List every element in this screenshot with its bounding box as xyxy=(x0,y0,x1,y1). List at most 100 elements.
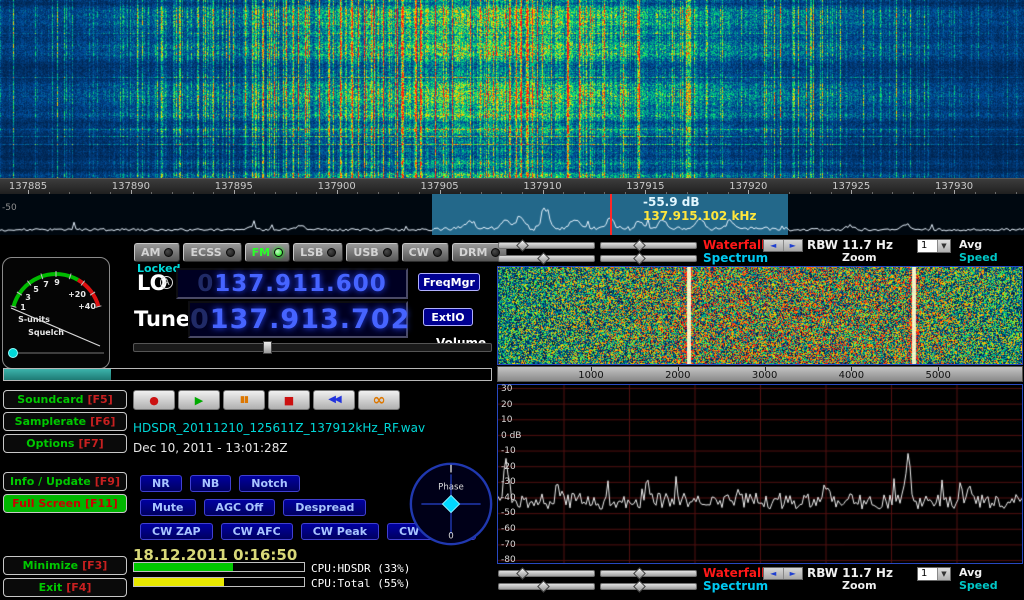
spectrum-brightness-slider[interactable] xyxy=(600,255,697,262)
mode-label: USB xyxy=(353,246,378,259)
waterfall-label: Waterfall xyxy=(703,566,765,580)
dsp-mute-button[interactable]: Mute xyxy=(140,499,196,516)
waterfall-brightness-slider[interactable] xyxy=(600,242,697,249)
squelch-thumb[interactable] xyxy=(9,349,18,358)
menu-options-button[interactable]: Options[F7] xyxy=(3,434,127,453)
play-button[interactable]: ▶ xyxy=(178,390,220,410)
menu-exit-button[interactable]: Exit[F4] xyxy=(3,578,127,597)
menu-full-screen-button[interactable]: Full Screen[F11] xyxy=(3,494,127,513)
tune-frequency-digits[interactable]: 0137.913.702 xyxy=(190,304,406,335)
zoom-spectrum-trace xyxy=(498,385,1022,563)
waterfall-shift-control[interactable]: ◄► xyxy=(763,567,803,580)
menu-soundcard-button[interactable]: Soundcard[F5] xyxy=(3,390,127,409)
frequency-ruler[interactable]: 1378851378901378951379001379051379101379… xyxy=(0,178,1024,194)
dsp-cw-peak-button[interactable]: CW Peak xyxy=(301,523,379,540)
lo-frequency-digits[interactable]: 0137.911.600 xyxy=(178,271,406,297)
mode-led-icon xyxy=(226,248,235,257)
spectrum-contrast-slider-thumb[interactable] xyxy=(537,580,550,593)
spectrum-brightness-slider[interactable] xyxy=(600,583,697,590)
menu-minimize-button[interactable]: Minimize[F3] xyxy=(3,556,127,575)
playback-progress-bar[interactable] xyxy=(3,368,492,381)
mode-lsb-button[interactable]: LSB xyxy=(293,243,343,262)
phase-label: Phase xyxy=(438,483,464,493)
avg-label: Avg xyxy=(959,566,982,579)
scale-label: 3000 xyxy=(752,370,777,381)
mode-cw-button[interactable]: CW xyxy=(402,243,449,262)
smeter-scale-label: 7 xyxy=(43,280,49,289)
pause-icon: ▮▮ xyxy=(240,396,248,405)
dsp-cw-zap-button[interactable]: CW ZAP xyxy=(140,523,213,540)
chevron-down-icon[interactable]: ▼ xyxy=(937,568,950,580)
mode-label: AM xyxy=(141,246,160,259)
lock-badge-icon[interactable]: A xyxy=(160,276,173,289)
ruler-label: 137885 xyxy=(9,181,47,192)
record-icon: ● xyxy=(149,395,159,406)
mode-am-button[interactable]: AM xyxy=(134,243,180,262)
loop-icon: ∞ xyxy=(372,392,385,408)
spectrum-label: Spectrum xyxy=(703,579,768,593)
dsp-nb-button[interactable]: NB xyxy=(190,475,232,492)
tune-slider[interactable] xyxy=(133,343,492,352)
stop-button[interactable]: ■ xyxy=(268,390,310,410)
db-axis-label: -10 xyxy=(501,446,516,456)
dsp-cw-afc-button[interactable]: CW AFC xyxy=(221,523,293,540)
mode-usb-button[interactable]: USB xyxy=(346,243,398,262)
menu-key: [F9] xyxy=(95,475,120,488)
speed-select[interactable]: 1▼ xyxy=(917,239,951,253)
phase-value: 0 xyxy=(448,531,453,541)
phase-dial: Phase 0 xyxy=(408,461,494,547)
lo-frequency-display[interactable]: 0137.911.600 xyxy=(176,268,408,299)
spectrum-contrast-slider-thumb[interactable] xyxy=(537,252,550,265)
mode-ecss-button[interactable]: ECSS xyxy=(183,243,241,262)
waterfall-shift-control[interactable]: ◄► xyxy=(763,239,803,252)
chevron-down-icon[interactable]: ▼ xyxy=(937,240,950,252)
waterfall-brightness-slider-thumb[interactable] xyxy=(633,567,646,580)
dsp-notch-button[interactable]: Notch xyxy=(239,475,299,492)
cpu-hdsdr-text: CPU:HDSDR (33%) xyxy=(311,562,410,575)
mode-led-icon xyxy=(433,248,442,257)
waterfall-contrast-slider-thumb[interactable] xyxy=(516,239,529,252)
menu-samplerate-button[interactable]: Samplerate[F6] xyxy=(3,412,127,431)
zoom-spectrum[interactable]: 3020100 dB-10-20-30-40-50-60-70-80 xyxy=(497,384,1023,564)
zoom-label: Zoom xyxy=(842,579,877,592)
shift-left-button[interactable]: ◄ xyxy=(764,240,784,251)
record-button[interactable]: ● xyxy=(133,390,175,410)
dsp-nr-button[interactable]: NR xyxy=(140,475,182,492)
shift-right-button[interactable]: ► xyxy=(784,568,803,579)
spectrum-brightness-slider-thumb[interactable] xyxy=(633,252,646,265)
waterfall-brightness-slider[interactable] xyxy=(600,570,697,577)
mode-label: DRM xyxy=(459,246,488,259)
waterfall-brightness-slider-thumb[interactable] xyxy=(633,239,646,252)
spectrum-brightness-slider-thumb[interactable] xyxy=(633,580,646,593)
spectrum-contrast-slider[interactable] xyxy=(498,255,595,262)
ruler-label: 137900 xyxy=(318,181,356,192)
loop-button[interactable]: ∞ xyxy=(358,390,400,410)
cursor-frequency-readout: 137.915.102 kHz xyxy=(643,209,756,223)
menu-key: [F6] xyxy=(90,415,115,428)
speed-select[interactable]: 1▼ xyxy=(917,567,951,581)
dsp-agc-off-button[interactable]: AGC Off xyxy=(204,499,276,516)
extio-button[interactable]: ExtIO xyxy=(423,308,473,326)
waterfall-contrast-slider[interactable] xyxy=(498,242,595,249)
tune-frequency-display[interactable]: 0137.913.702 xyxy=(188,301,408,338)
menu-info-update-button[interactable]: Info / Update[F9] xyxy=(3,472,127,491)
dsp-despread-button[interactable]: Despread xyxy=(283,499,366,516)
waterfall-contrast-slider-thumb[interactable] xyxy=(516,567,529,580)
freqmgr-button[interactable]: FreqMgr xyxy=(418,273,480,291)
tune-slider-thumb[interactable] xyxy=(263,341,272,354)
zoom-waterfall[interactable] xyxy=(498,267,1022,364)
shift-left-button[interactable]: ◄ xyxy=(764,568,784,579)
left-menu: Soundcard[F5] Samplerate[F6] Options[F7] In… xyxy=(3,390,129,598)
smeter-scale-label: 9 xyxy=(54,278,60,287)
ruler-label: 137910 xyxy=(523,181,561,192)
overview-spectrum[interactable]: -50 -55.9 dB 137.915.102 kHz xyxy=(0,194,1024,235)
zoom-frequency-scale[interactable]: 10002000300040005000 xyxy=(497,366,1023,382)
shift-right-button[interactable]: ► xyxy=(784,240,803,251)
rewind-button[interactable]: ◀◀ xyxy=(313,390,355,410)
waterfall-contrast-slider[interactable] xyxy=(498,570,595,577)
smeter-scale-label: 1 xyxy=(20,303,26,312)
mode-fm-button[interactable]: FM xyxy=(245,243,290,262)
pause-button[interactable]: ▮▮ xyxy=(223,390,265,410)
main-waterfall[interactable] xyxy=(0,0,1024,178)
spectrum-contrast-slider[interactable] xyxy=(498,583,595,590)
